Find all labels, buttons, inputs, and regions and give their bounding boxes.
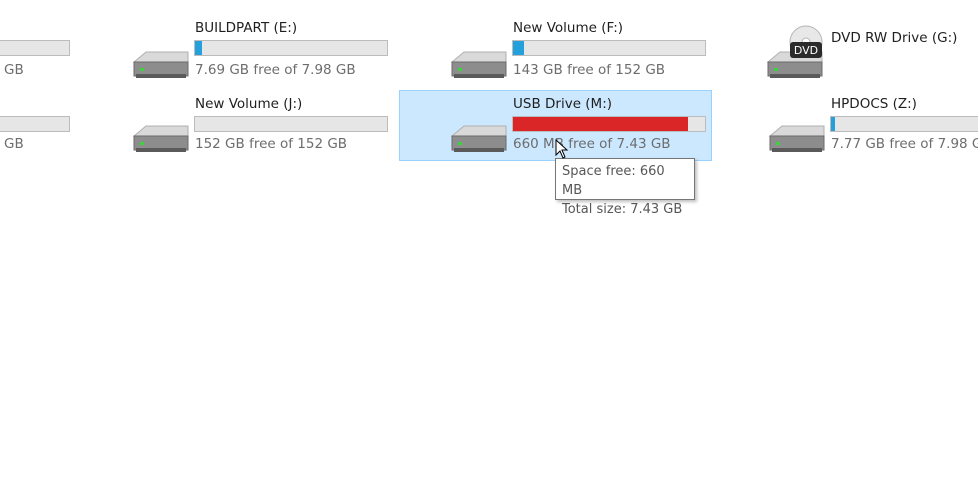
drive-free-space: 152 GB free of 152 GB (195, 136, 348, 152)
drive-partial-row1[interactable]: GB (0, 18, 72, 86)
drive-e[interactable]: BUILDPART (E:) 7.69 GB free of 7.98 GB (128, 14, 398, 86)
drive-name: New Volume (J:) (195, 96, 303, 112)
capacity-bar (0, 40, 70, 56)
drive-icon (450, 125, 507, 152)
capacity-fill (513, 41, 525, 55)
drive-name: USB Drive (M:) (513, 96, 613, 112)
mouse-pointer-icon (555, 139, 569, 159)
drive-f[interactable]: New Volume (F:) 143 GB free of 152 GB (446, 14, 716, 86)
capacity-bar (194, 40, 388, 56)
drive-free-space: 660 MB free of 7.43 GB (513, 136, 671, 152)
drive-name: HPDOCS (Z:) (831, 96, 917, 112)
capacity-bar (512, 116, 706, 132)
capacity-bar (194, 116, 388, 132)
drive-free-space: 7.77 GB free of 7.98 GB (831, 136, 978, 152)
tooltip-total-size: Total size: 7.43 GB (562, 202, 683, 217)
capacity-fill (513, 117, 689, 131)
drive-z[interactable]: HPDOCS (Z:) 7.77 GB free of 7.98 GB (764, 90, 978, 162)
drive-name: DVD RW Drive (G:) (831, 30, 958, 46)
drive-icon (768, 125, 825, 152)
capacity-bar (512, 40, 706, 56)
drive-j[interactable]: New Volume (J:) 152 GB free of 152 GB (128, 90, 398, 162)
tooltip-space-free: Space free: 660 MB (562, 164, 665, 198)
capacity-fill (195, 41, 202, 55)
drive-free-space: GB (4, 62, 24, 78)
drive-free-space: GB (4, 136, 24, 152)
drive-free-space: 7.69 GB free of 7.98 GB (195, 62, 356, 78)
drive-g[interactable]: DVD DVD RW Drive (G:) (764, 14, 978, 86)
capacity-bar (0, 116, 70, 132)
drive-name: BUILDPART (E:) (195, 20, 298, 36)
capacity-fill (831, 117, 836, 131)
dvd-drive-icon: DVD (766, 25, 823, 78)
drive-icon (132, 51, 189, 78)
drive-icon (132, 125, 189, 152)
drive-partial-row2[interactable]: GB (0, 92, 72, 160)
drive-icon (450, 51, 507, 78)
capacity-bar (830, 116, 978, 132)
drive-tooltip: Space free: 660 MB Total size: 7.43 GB (555, 158, 695, 217)
dvd-logo-text: DVD (794, 44, 818, 57)
drive-name: New Volume (F:) (513, 20, 624, 36)
drive-free-space: 143 GB free of 152 GB (513, 62, 666, 78)
